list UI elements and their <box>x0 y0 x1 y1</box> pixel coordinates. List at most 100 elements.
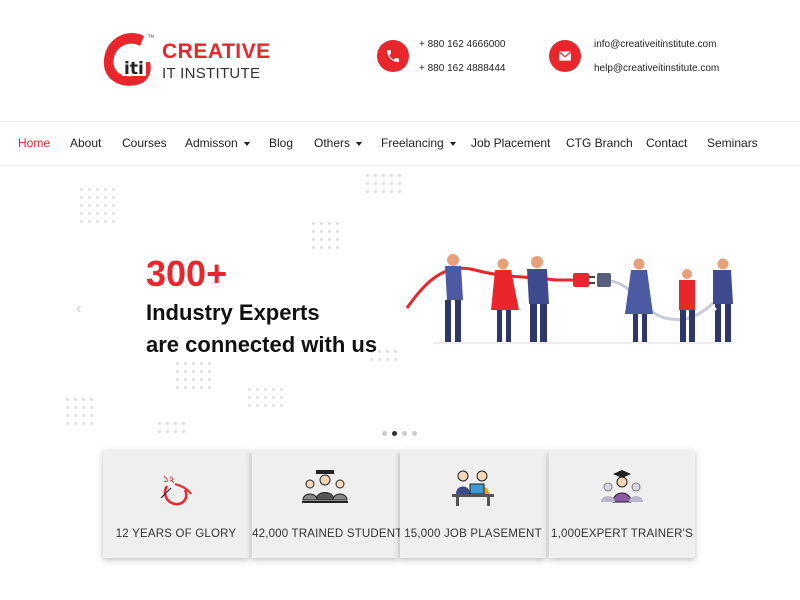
nav-item-freelancing[interactable]: Freelancing <box>381 136 456 150</box>
svg-text:iti: iti <box>124 59 144 79</box>
decorative-dot <box>96 204 99 207</box>
decorative-dot <box>90 406 93 409</box>
decorative-dot <box>248 396 251 399</box>
decorative-dot <box>80 220 83 223</box>
phone-number-2[interactable]: + 880 162 4888444 <box>419 63 505 74</box>
slider-indicator-1[interactable] <box>382 431 387 436</box>
decorative-dot <box>208 362 211 365</box>
slider-prev-arrow-icon[interactable]: ‹ <box>76 300 81 318</box>
nav-item-others[interactable]: Others <box>314 136 363 150</box>
decorative-dot <box>280 404 283 407</box>
decorative-dot <box>166 422 169 425</box>
nav-label: CTG Branch <box>566 136 633 150</box>
nav-item-admission[interactable]: Admisson <box>185 136 250 150</box>
brand-name-primary: CREATIVE <box>162 40 271 63</box>
nav-label: Others <box>314 136 351 150</box>
stat-card-jobs: 15,000 JOB PLASEMENT <box>400 450 546 558</box>
decorative-dot <box>200 378 203 381</box>
decorative-dot <box>256 404 259 407</box>
decorative-dot <box>248 388 251 391</box>
decorative-dot <box>382 190 385 193</box>
decorative-dot <box>320 230 323 233</box>
decorative-dot <box>96 196 99 199</box>
brand-name-secondary: IT INSTITUTE <box>162 65 261 82</box>
chevron-down-icon <box>356 141 363 146</box>
decorative-dot <box>66 406 69 409</box>
slider-indicator-2[interactable] <box>392 431 397 436</box>
decorative-dot <box>390 190 393 193</box>
nav-item-seminars[interactable]: Seminars <box>707 136 758 150</box>
decorative-dot <box>176 378 179 381</box>
decorative-dot <box>80 204 83 207</box>
phone-number-1[interactable]: + 880 162 4666000 <box>419 39 505 50</box>
email-address-1[interactable]: info@creativeitinstitute.com <box>594 39 716 50</box>
decorative-dot <box>312 246 315 249</box>
decorative-dot <box>366 182 369 185</box>
svg-text:১২: ১২ <box>163 475 175 485</box>
chevron-down-icon <box>243 141 250 146</box>
decorative-dot <box>104 212 107 215</box>
decorative-dot <box>96 188 99 191</box>
site-header: iti TM CREATIVE IT INSTITUTE + 880 162 4… <box>0 0 800 120</box>
nav-item-contact[interactable]: Contact <box>646 136 687 150</box>
decorative-dot <box>280 388 283 391</box>
nav-item-home[interactable]: Home <box>18 136 50 150</box>
hero-slider: 300+ Industry Experts are connected with… <box>0 166 800 446</box>
stat-label: 42,000 TRAINED STUDENT <box>252 528 403 540</box>
decorative-dot <box>112 204 115 207</box>
decorative-dot <box>208 378 211 381</box>
glory-badge-icon: ১২ <box>160 475 192 506</box>
graduates-icon <box>302 470 348 503</box>
decorative-dot <box>200 370 203 373</box>
decorative-dot <box>398 174 401 177</box>
slider-next-arrow-icon[interactable]: › <box>712 300 717 318</box>
phone-icon <box>377 40 409 72</box>
nav-item-blog[interactable]: Blog <box>269 136 293 150</box>
slider-indicator-3[interactable] <box>402 431 407 436</box>
decorative-dot <box>74 398 77 401</box>
decorative-dot <box>374 190 377 193</box>
email-address-2[interactable]: help@creativeitinstitute.com <box>594 63 719 74</box>
decorative-dot <box>264 388 267 391</box>
brand-logo[interactable]: iti TM CREATIVE IT INSTITUTE <box>100 30 270 90</box>
decorative-dot <box>192 378 195 381</box>
people-connecting-plug-illustration <box>405 254 733 344</box>
decorative-dot <box>320 238 323 241</box>
nav-item-courses[interactable]: Courses <box>122 136 167 150</box>
decorative-dot <box>370 358 373 361</box>
decorative-dot <box>158 422 161 425</box>
decorative-dot <box>66 398 69 401</box>
nav-label: Job Placement <box>471 136 551 150</box>
decorative-dot <box>256 388 259 391</box>
decorative-dot <box>272 404 275 407</box>
decorative-dot <box>264 404 267 407</box>
nav-label: Contact <box>646 136 688 150</box>
decorative-dot <box>82 422 85 425</box>
decorative-dot <box>176 386 179 389</box>
decorative-dot <box>82 406 85 409</box>
hero-heading-line1: Industry Experts <box>146 300 320 325</box>
decorative-dot <box>176 362 179 365</box>
nav-label: Courses <box>122 136 167 150</box>
slider-indicator-4[interactable] <box>412 431 417 436</box>
decorative-dot <box>96 212 99 215</box>
nav-label: Freelancing <box>381 136 444 150</box>
decorative-dot <box>382 174 385 177</box>
decorative-dot <box>398 190 401 193</box>
nav-label: Blog <box>269 136 294 150</box>
decorative-dot <box>66 414 69 417</box>
decorative-dot <box>394 350 397 353</box>
decorative-dot <box>336 246 339 249</box>
decorative-dot <box>336 238 339 241</box>
decorative-dot <box>390 174 393 177</box>
decorative-dot <box>112 188 115 191</box>
decorative-dot <box>104 196 107 199</box>
decorative-dot <box>312 238 315 241</box>
decorative-dot <box>200 362 203 365</box>
nav-item-ctg-branch[interactable]: CTG Branch <box>566 136 633 150</box>
nav-item-job-placement[interactable]: Job Placement <box>471 136 550 150</box>
nav-item-about[interactable]: About <box>70 136 101 150</box>
decorative-dot <box>74 406 77 409</box>
decorative-dot <box>80 196 83 199</box>
envelope-icon <box>549 40 581 72</box>
